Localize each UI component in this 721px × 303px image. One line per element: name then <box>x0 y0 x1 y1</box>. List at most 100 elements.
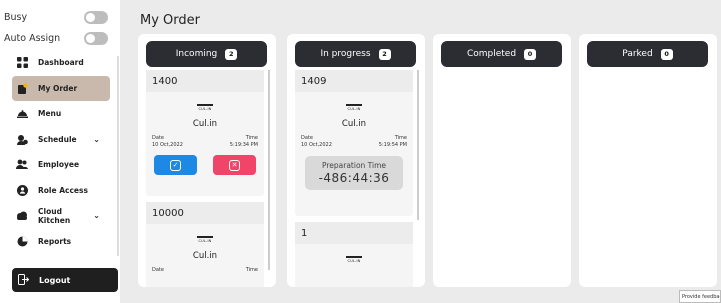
order-date: 10 Oct,2022 <box>301 142 332 148</box>
order-meta-labels: Date Time <box>295 135 413 141</box>
sidebar-item-cloud-kitchen[interactable]: Cloud Kitchen ⌄ <box>12 203 110 229</box>
preparation-time-value: -486:44:36 <box>318 171 390 185</box>
sidebar-item-schedule[interactable]: Schedule ⌄ <box>12 127 110 153</box>
sidebar-item-label: Menu <box>38 109 62 119</box>
chevron-down-icon[interactable]: ⌄ <box>93 135 100 144</box>
schedule-icon <box>16 133 28 145</box>
accept-order-button[interactable]: ✓ <box>154 155 197 175</box>
time-label: Time <box>245 267 258 273</box>
order-icon <box>16 82 28 94</box>
column-parked: Parked 0 <box>579 34 717 287</box>
sidebar-scrollbar[interactable] <box>117 56 119 256</box>
order-card[interactable]: 1 CUL-IN <box>295 222 413 287</box>
order-actions: ✓ ✕ <box>146 155 264 175</box>
logout-icon <box>18 273 30 287</box>
grid-icon <box>16 57 28 69</box>
busy-toggle[interactable] <box>84 11 108 24</box>
column-title: In progress <box>320 49 371 59</box>
brand-logo-text: CUL-IN <box>347 107 361 111</box>
count-badge: 2 <box>378 48 391 60</box>
sidebar-menu: Dashboard My Order Menu Schedule ⌄ Emplo… <box>12 50 110 254</box>
time-label: Time <box>245 135 258 141</box>
sidebar-item-my-order[interactable]: My Order <box>12 75 110 101</box>
order-date: 10 Oct,2022 <box>152 142 183 148</box>
column-header-parked: Parked 0 <box>587 41 708 67</box>
sidebar-item-label: Dashboard <box>38 58 84 68</box>
time-label: Time <box>394 135 407 141</box>
column-title: Incoming <box>175 49 218 59</box>
brand-logo: CUL-IN <box>197 236 213 243</box>
sidebar-item-dashboard[interactable]: Dashboard <box>12 50 110 76</box>
date-label: Date <box>152 267 164 273</box>
auto-assign-toggle[interactable] <box>84 32 108 45</box>
sidebar-item-label: Schedule <box>38 134 77 144</box>
brand-logo: CUL-IN <box>346 256 362 263</box>
sidebar-item-label: Employee <box>38 160 80 170</box>
brand-logo-text: CUL-IN <box>198 239 212 243</box>
sidebar-item-employee[interactable]: Employee <box>12 152 110 178</box>
order-id: 1409 <box>295 70 413 92</box>
close-icon: ✕ <box>229 159 240 171</box>
chevron-down-icon[interactable]: ⌄ <box>93 211 100 220</box>
preparation-time-box: Preparation Time -486:44:36 <box>305 156 403 190</box>
order-card[interactable]: 1409 CUL-IN Cul.in Date Time 10 Oct,2022… <box>295 70 413 216</box>
order-meta-values: 10 Oct,2022 5:19:34 PM <box>146 142 264 148</box>
brand-name: Cul.in <box>192 251 218 261</box>
count-badge: 2 <box>225 48 238 60</box>
sidebar-item-label: Reports <box>38 236 72 246</box>
date-label: Date <box>301 135 313 141</box>
people-icon <box>16 159 28 171</box>
sidebar-item-role-access[interactable]: Role Access <box>12 178 110 204</box>
brand-logo: CUL-IN <box>197 104 213 111</box>
brand-logo-text: CUL-IN <box>198 107 212 111</box>
order-id: 1400 <box>146 70 264 92</box>
order-meta-values: 10 Oct,2022 5:19:54 PM <box>295 142 413 148</box>
count-badge: 0 <box>660 48 673 60</box>
order-id: 1 <box>295 222 413 244</box>
sidebar: Busy Auto Assign Dashboard My Order Menu <box>0 0 120 303</box>
cloud-icon <box>16 210 28 222</box>
column-header-completed: Completed 0 <box>441 41 562 67</box>
column-in-progress: In progress 2 1409 CUL-IN Cul.in Date Ti… <box>287 34 425 287</box>
column-incoming: Incoming 2 1400 CUL-IN Cul.in Date Time … <box>138 34 276 287</box>
column-scrollbar[interactable] <box>417 70 419 220</box>
feedback-button[interactable]: Provide feedback <box>679 290 721 303</box>
order-meta-labels: Date Time <box>146 267 264 273</box>
order-time: 5:19:34 PM <box>229 142 258 148</box>
column-scrollbar[interactable] <box>268 70 270 270</box>
busy-label: Busy <box>4 12 28 23</box>
order-card[interactable]: 10000 CUL-IN Cul.in Date Time <box>146 202 264 287</box>
column-header-incoming: Incoming 2 <box>146 41 267 67</box>
busy-row: Busy <box>4 11 108 24</box>
auto-assign-label: Auto Assign <box>4 33 61 44</box>
column-title: Completed <box>466 49 517 59</box>
page-title: My Order <box>140 13 200 28</box>
sidebar-item-label: Role Access <box>38 185 88 195</box>
check-icon: ✓ <box>170 159 181 171</box>
column-header-in-progress: In progress 2 <box>295 41 416 67</box>
logout-label: Logout <box>39 275 71 285</box>
column-title: Parked <box>622 49 653 59</box>
preparation-time-label: Preparation Time <box>321 161 387 170</box>
date-label: Date <box>152 135 164 141</box>
sidebar-item-reports[interactable]: Reports <box>12 229 110 255</box>
count-badge: 0 <box>524 48 537 60</box>
order-meta-labels: Date Time <box>146 135 264 141</box>
brand-name: Cul.in <box>192 119 218 129</box>
sidebar-item-label: My Order <box>38 83 78 93</box>
column-completed: Completed 0 <box>433 34 571 287</box>
reports-icon <box>16 235 28 247</box>
order-id: 10000 <box>146 202 264 224</box>
sidebar-item-menu[interactable]: Menu <box>12 101 110 127</box>
sidebar-item-label: Cloud Kitchen <box>38 206 71 225</box>
cloche-icon <box>16 108 28 120</box>
brand-logo: CUL-IN <box>346 104 362 111</box>
order-time: 5:19:54 PM <box>378 142 407 148</box>
brand-logo-text: CUL-IN <box>347 259 361 263</box>
order-card[interactable]: 1400 CUL-IN Cul.in Date Time 10 Oct,2022… <box>146 70 264 196</box>
auto-assign-row: Auto Assign <box>4 32 108 45</box>
brand-name: Cul.in <box>341 119 367 129</box>
role-icon <box>16 184 28 196</box>
logout-button[interactable]: Logout <box>12 268 118 292</box>
reject-order-button[interactable]: ✕ <box>213 155 256 175</box>
